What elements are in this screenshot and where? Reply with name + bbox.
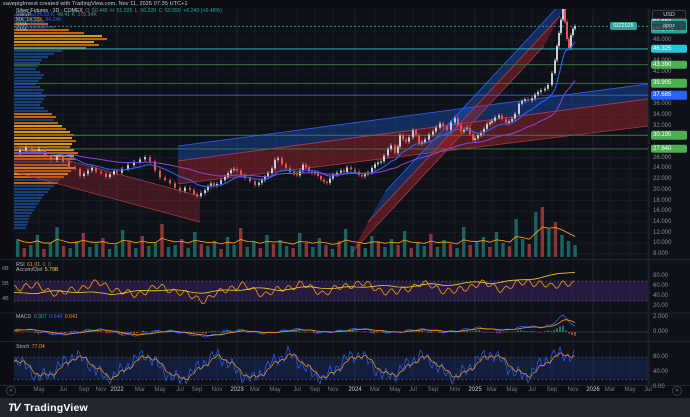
price-tick: 10.000: [653, 240, 671, 246]
time-label-month: May: [154, 387, 165, 393]
legend-value: H: [110, 8, 114, 14]
scroll-right-icon[interactable]: »: [672, 386, 682, 396]
time-label-month: Nov: [328, 387, 339, 393]
price-label: 46.325: [651, 45, 687, 54]
legend-value: 176.34K: [77, 12, 96, 18]
time-label-month: May: [624, 387, 635, 393]
accum-dist-tick: 6B: [2, 266, 9, 272]
price-tick: 24.000: [653, 165, 671, 171]
price-tick: 16.000: [653, 208, 671, 214]
time-label-month: Mar: [135, 387, 145, 393]
price-tick: 48.000: [653, 37, 671, 43]
scroll-left-icon[interactable]: «: [6, 386, 16, 396]
price-tick: 32.000: [653, 123, 671, 129]
time-label-month: Sep: [310, 387, 321, 393]
stoch-tick: 80.00: [653, 354, 668, 360]
tradingview-snapshot: savepigInvest created with TradingView.c…: [0, 0, 690, 417]
legend-row-4[interactable]: SMA17.771: [16, 28, 48, 33]
time-label-month: May: [269, 387, 280, 393]
legend-value: MACD: [16, 314, 31, 320]
price-tick: 12.000: [653, 230, 671, 236]
rsi-tick: 60.00: [653, 283, 668, 289]
unit-button[interactable]: apoz: [652, 21, 686, 30]
legend-value: C: [159, 8, 163, 14]
stoch-tick: 40.00: [653, 369, 668, 375]
legend-value: +0.240 (+0.48%): [183, 8, 222, 14]
legend-value: 5.79B: [45, 267, 59, 273]
time-label-year: 2025: [468, 387, 481, 393]
time-label-month: Nov: [212, 387, 223, 393]
macd-legend-row[interactable]: MACD0.3070.6480.641: [16, 315, 80, 320]
price-tick: 20.000: [653, 187, 671, 193]
price-label: 43.390: [651, 60, 687, 69]
price-tick: 22.000: [653, 176, 671, 182]
time-label-month: Sep: [547, 387, 558, 393]
accum-dist-tick: 4B: [2, 296, 9, 302]
time-label-year: 2022: [110, 387, 123, 393]
price-tick: 42.000: [653, 69, 671, 75]
time-label-month: Jul: [293, 387, 301, 393]
macd-tick: 2.000: [653, 314, 668, 320]
price-tick: 8.000: [653, 251, 668, 257]
time-label-month: Nov: [568, 387, 579, 393]
legend-value: 51.025: [117, 8, 133, 14]
tradingview-logo-icon[interactable]: TV: [8, 402, 19, 414]
time-label-month: Mar: [605, 387, 615, 393]
chart-canvas[interactable]: [0, 0, 690, 417]
time-label-month: Nov: [450, 387, 461, 393]
logo-bar: TV TradingView: [0, 398, 690, 417]
time-label-month: Sep: [192, 387, 203, 393]
price-tick: 14.000: [653, 219, 671, 225]
price-label: 39.905: [651, 79, 687, 88]
time-label-month: Nov: [96, 387, 107, 393]
rsi-tick: 40.00: [653, 293, 668, 299]
legend-value: 50.550: [165, 8, 181, 14]
legend-value: 0.641: [65, 314, 78, 320]
legend-value: 0.307: [34, 314, 47, 320]
stoch-legend-row[interactable]: Stoch77.04: [16, 345, 47, 350]
time-label-month: Mar: [250, 387, 260, 393]
time-label-month: Mar: [487, 387, 497, 393]
price-label: 27.640: [651, 145, 687, 154]
currency-button[interactable]: USD: [652, 10, 686, 19]
time-label-month: Jul: [409, 387, 417, 393]
contract-label: SIZ2025: [610, 22, 637, 30]
price-tick: 34.000: [653, 112, 671, 118]
time-label-month: Sep: [79, 387, 90, 393]
time-label-month: May: [506, 387, 517, 393]
time-label-month: Jul: [176, 387, 184, 393]
legend-value: Stoch: [16, 344, 29, 350]
legend-value: 0.648: [49, 314, 62, 320]
time-label-month: May: [33, 387, 44, 393]
time-label-year: 2026: [586, 387, 599, 393]
time-label-month: Jul: [644, 387, 652, 393]
price-tick: 18.000: [653, 198, 671, 204]
rsi-tick: 80.00: [653, 273, 668, 279]
time-label-year: 2023: [230, 387, 243, 393]
tradingview-logo-text[interactable]: TradingView: [24, 402, 88, 414]
rsi-legend-row-1[interactable]: Accum/Dist5.79B: [16, 268, 61, 273]
accum-dist-tick: 5B: [2, 281, 9, 287]
rsi-tick: 20.00: [653, 303, 668, 309]
time-label-month: Jul: [59, 387, 67, 393]
stoch-tick: 0.00: [653, 384, 665, 390]
price-tick: 26.000: [653, 155, 671, 161]
legend-value: Accum/Dist: [16, 267, 42, 273]
legend-value: 77.04: [32, 344, 45, 350]
macd-tick: 0.000: [653, 329, 668, 335]
time-label-month: Sep: [428, 387, 439, 393]
legend-value: 50.320: [140, 8, 156, 14]
legend-value: L: [135, 8, 138, 14]
price-label: 30.195: [651, 131, 687, 140]
price-tick: 36.000: [653, 101, 671, 107]
legend-value: SMA: [16, 27, 27, 33]
price-label: 37.685: [651, 91, 687, 100]
time-label-month: Mar: [370, 387, 380, 393]
time-label-year: 2024: [348, 387, 361, 393]
time-label-month: May: [389, 387, 400, 393]
legend-value: 17.771: [30, 27, 46, 33]
time-label-month: Jul: [528, 387, 536, 393]
